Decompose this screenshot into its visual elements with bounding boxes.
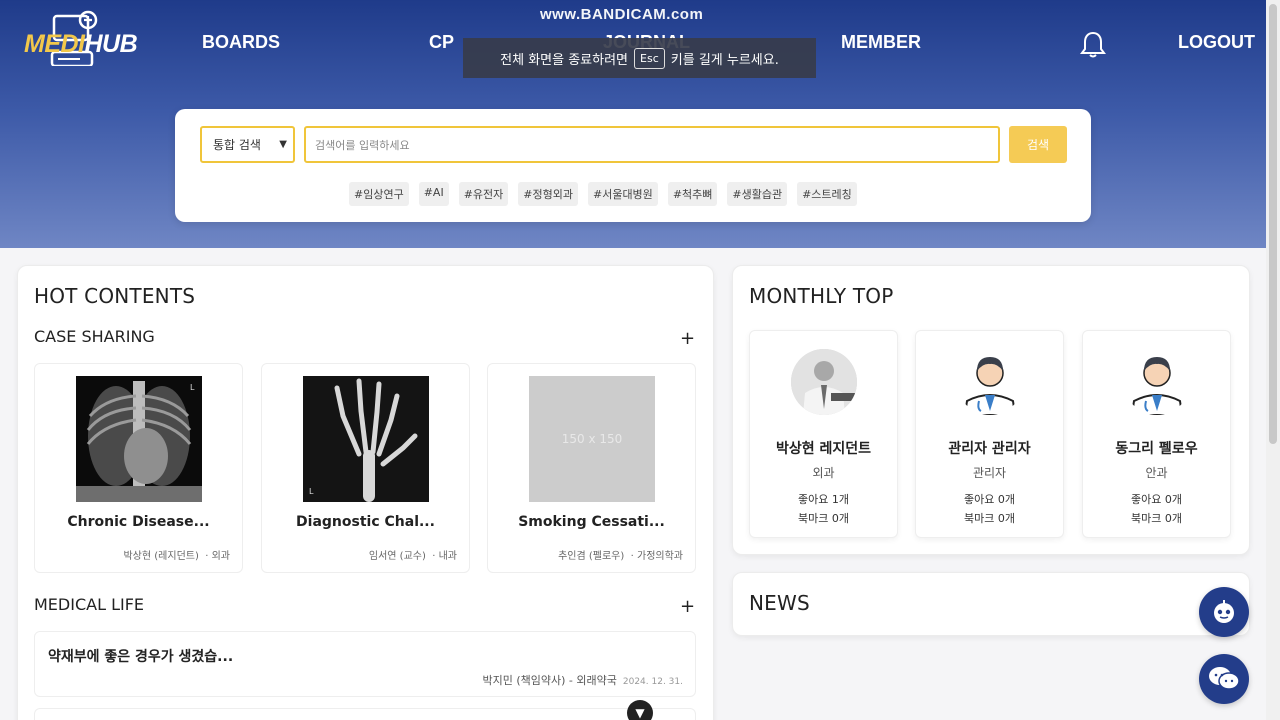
medical-life-more-button[interactable]: + [680, 596, 695, 617]
case-sharing-title: CASE SHARING [34, 327, 155, 346]
search-input[interactable]: 검색어를 입력하세요 [304, 126, 1000, 163]
hashtag-list: #임상연구 #AI #유전자 #정형외과 #서울대병원 #척추뼈 #생활습관 #… [349, 182, 857, 206]
case-card[interactable]: 150 x 150 Smoking Cessati... 추인겸 (펠로우) ·… [487, 363, 696, 573]
hashtag[interactable]: #AI [418, 182, 449, 206]
svg-text:L: L [190, 383, 195, 392]
medical-life-title: MEDICAL LIFE [34, 595, 145, 614]
top-bookmarks: 북마크 0개 [1131, 512, 1182, 525]
top-likes: 좋아요 0개 [964, 493, 1015, 506]
chatbot-button[interactable] [1199, 587, 1249, 637]
case-author: 임서연 (교수) [368, 551, 426, 562]
hot-contents-title: HOT CONTENTS [34, 284, 196, 308]
case-image-chest-xray: L [76, 376, 202, 502]
news-title: NEWS [749, 591, 810, 615]
case-meta: 박상현 (레지던트) · 외과 [123, 547, 230, 562]
chevron-down-icon[interactable]: ▼ [627, 700, 653, 720]
monthly-top-title: MONTHLY TOP [749, 284, 894, 308]
monthly-top-card[interactable]: 박상현 레지던트 외과 좋아요 1개 북마크 0개 [749, 330, 898, 538]
hashtag[interactable]: #척추뼈 [667, 182, 718, 206]
case-dept: · 내과 [432, 551, 457, 562]
case-title: Chronic Disease... [67, 514, 210, 530]
case-title: Diagnostic Chal... [296, 514, 435, 530]
case-meta: 임서연 (교수) · 내과 [369, 547, 457, 562]
recorder-watermark: www.BANDICAM.com [540, 6, 704, 23]
nav-boards[interactable]: BOARDS [202, 32, 280, 53]
search-placeholder: 검색어를 입력하세요 [315, 138, 410, 152]
case-author: 박상현 (레지던트) [123, 551, 199, 562]
hashtag[interactable]: #유전자 [458, 182, 509, 206]
robot-icon [1214, 600, 1234, 623]
logo-text-hub: HUB [84, 30, 138, 58]
toast-key: Esc [634, 47, 665, 69]
top-likes: 좋아요 1개 [798, 493, 849, 506]
toast-text-after: 키를 길게 누르세요. [670, 52, 779, 68]
search-type-select[interactable]: 통합 검색 ▼ [200, 126, 295, 163]
logo[interactable]: MEDIHUB [24, 10, 138, 70]
top-bookmarks: 북마크 0개 [798, 512, 849, 525]
top-name: 박상현 레지던트 [775, 441, 872, 457]
search-button[interactable]: 검색 [1009, 126, 1067, 163]
hashtag[interactable]: #스트레칭 [797, 182, 857, 206]
logo-text: MEDIHUB [24, 30, 138, 59]
fullscreen-toast: 전체 화면을 종료하려면 Esc 키를 길게 누르세요. [463, 38, 816, 78]
case-sharing-more-button[interactable]: + [680, 328, 695, 349]
life-item-date: 2024. 12. 31. [622, 677, 683, 687]
hashtag[interactable]: #서울대병원 [587, 182, 658, 206]
life-item-meta: 박지민 (책임약사) - 외래약국 2024. 12. 31. [483, 672, 684, 688]
top-likes: 좋아요 0개 [1131, 493, 1182, 506]
logo-text-medi: MEDI [24, 30, 85, 58]
chat-button[interactable] [1199, 654, 1249, 704]
case-dept: · 가정의학과 [630, 551, 683, 562]
top-dept: 관리자 [972, 466, 1007, 480]
top-dept: 안과 [1145, 466, 1168, 480]
page-scrollbar[interactable] [1266, 0, 1280, 720]
case-card[interactable]: L Chronic Disease... 박상현 (레지던트) · 외과 [34, 363, 243, 573]
case-title: Smoking Cessati... [518, 514, 665, 530]
list-item[interactable] [34, 708, 696, 720]
nav-logout[interactable]: LOGOUT [1178, 32, 1255, 53]
hashtag[interactable]: #임상연구 [349, 182, 409, 206]
avatar [1124, 349, 1190, 415]
toast-text-before: 전체 화면을 종료하려면 [500, 52, 629, 68]
monthly-top-card[interactable]: 관리자 관리자 관리자 좋아요 0개 북마크 0개 [915, 330, 1064, 538]
placeholder-text: 150 x 150 [561, 432, 623, 446]
search-type-value: 통합 검색 [213, 138, 261, 152]
nav-cp[interactable]: CP [429, 32, 454, 53]
top-name: 관리자 관리자 [948, 441, 1031, 457]
top-bookmarks: 북마크 0개 [964, 512, 1015, 525]
case-image-hand-xray: L [303, 376, 429, 502]
nav-member[interactable]: MEMBER [841, 32, 921, 53]
avatar [791, 349, 857, 415]
top-dept: 외과 [812, 466, 835, 480]
search-card: 통합 검색 ▼ 검색어를 입력하세요 검색 #임상연구 #AI #유전자 #정형… [175, 109, 1091, 222]
chevron-down-icon: ▼ [279, 139, 287, 150]
svg-text:L: L [309, 487, 314, 496]
bell-icon[interactable] [1080, 30, 1106, 58]
case-meta: 추인겸 (펠로우) · 가정의학과 [558, 547, 683, 562]
scrollbar-thumb[interactable] [1269, 4, 1277, 444]
life-item-author: 박지민 (책임약사) - 외래약국 [482, 674, 617, 687]
life-item-title: 약재부에 좋은 경우가 생겼습... [48, 649, 234, 665]
case-image-placeholder: 150 x 150 [529, 376, 655, 502]
case-card[interactable]: L Diagnostic Chal... 임서연 (교수) · 내과 [261, 363, 470, 573]
top-name: 동그리 펠로우 [1115, 441, 1198, 457]
hashtag[interactable]: #생활습관 [727, 182, 788, 206]
case-dept: · 외과 [205, 551, 230, 562]
list-item[interactable]: 약재부에 좋은 경우가 생겼습... 박지민 (책임약사) - 외래약국 2024… [34, 631, 696, 697]
chat-bubble-icon [1209, 667, 1240, 690]
avatar [957, 349, 1023, 415]
case-author: 추인겸 (펠로우) [558, 551, 625, 562]
monthly-top-card[interactable]: 동그리 펠로우 안과 좋아요 0개 북마크 0개 [1082, 330, 1231, 538]
hashtag[interactable]: #정형외과 [518, 182, 578, 206]
